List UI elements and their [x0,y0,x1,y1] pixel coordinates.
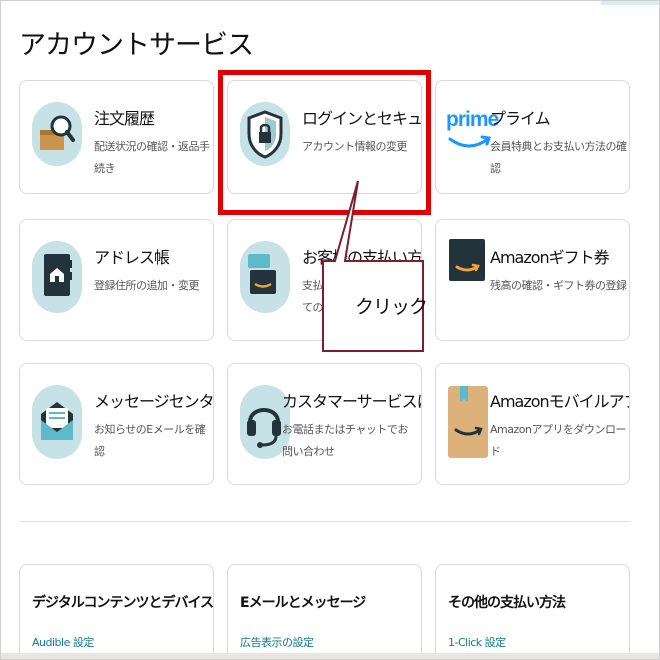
card-title: お客様の支払い方法 [302,248,422,267]
section-other-payments: その他の支払い方法 1-Click 設定 [435,564,630,659]
app-box-icon [447,384,489,460]
section-link[interactable]: 広告表示の設定 [240,634,314,650]
card-message-center[interactable]: メッセージセンター お知らせのEメールを確認 [19,363,214,485]
mail-envelope-icon [37,394,77,446]
card-title: カスタマーサービスに連絡 [282,392,421,411]
card-description: 残高の確認・ギフト券の登録 [490,279,627,292]
page-frame: アカウントサービス 注文履歴 配送状況の確認・返品手続き ログインとセキュリティ [0,0,660,660]
order-search-icon [36,108,76,160]
card-title: 注文履歴 [94,109,155,128]
page-title: アカウントサービス [19,30,254,61]
card-payment-methods[interactable]: お客様の支払い方法 支払い方法の管理とすべてのトランザクション [227,219,422,341]
payment-card-icon [244,250,284,302]
card-description: 会員特典とお支払い方法の確認 [490,140,627,175]
gift-card-icon [448,237,486,283]
card-customer-service[interactable]: カスタマーサービスに連絡 お電話またはチャットでお問い合わせ [227,363,422,485]
section-title: Eメールとメッセージ [240,595,366,611]
card-title: アドレス帳 [94,248,170,267]
top-accent-bar [601,1,659,5]
card-description: お知らせのEメールを確認 [94,423,206,458]
card-title: メッセージセンター [94,392,214,411]
section-title: その他の支払い方法 [448,595,566,611]
card-title: プライム [490,109,551,128]
section-divider [19,521,631,522]
address-book-icon [38,248,78,300]
card-address-book[interactable]: アドレス帳 登録住所の追加・変更 [19,219,214,341]
card-mobile-app[interactable]: Amazonモバイルアプリ Amazonアプリをダウンロード [435,363,630,485]
section-link[interactable]: Audible 設定 [32,634,94,650]
section-link[interactable]: 1-Click 設定 [448,634,506,650]
card-prime[interactable]: prime プライム 会員特典とお支払い方法の確認 [435,80,630,194]
callout-label: クリック [355,296,428,318]
card-gift-card[interactable]: Amazonギフト券 残高の確認・ギフト券の登録 [435,219,630,341]
card-description: 登録住所の追加・変更 [94,279,200,292]
section-digital-content: デジタルコンテンツとデバイス Audible 設定 [19,564,214,659]
card-title: Amazonモバイルアプリ [490,392,629,411]
card-description: Amazonアプリをダウンロード [490,423,626,458]
card-description: 配送状況の確認・返品手続き [94,140,210,175]
card-order-history[interactable]: 注文履歴 配送状況の確認・返品手続き [19,80,214,194]
headset-icon [244,394,284,448]
card-title: Amazonギフト券 [490,248,610,267]
highlight-box [218,70,431,215]
card-description: お電話またはチャットでお問い合わせ [282,423,408,458]
section-title: デジタルコンテンツとデバイス [32,595,214,611]
section-email-messages: Eメールとメッセージ 広告表示の設定 [227,564,422,659]
bottom-edge [1,653,659,659]
